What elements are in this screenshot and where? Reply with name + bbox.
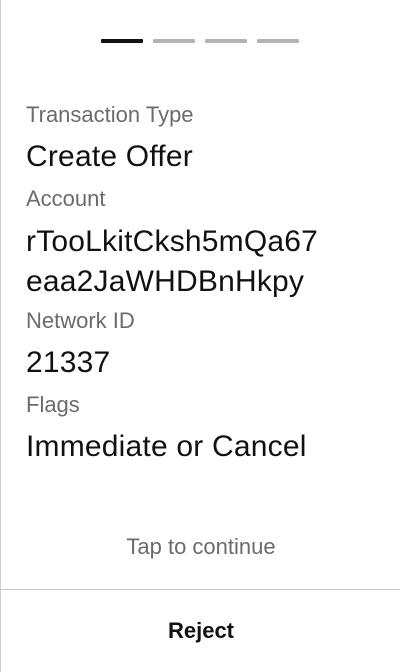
field-account: Account rTooLkitCksh5mQa67 eaa2JaWHDBnHk… [26,184,386,306]
field-value: 21337 [26,346,111,379]
step-indicator-dot-4 [257,39,299,43]
field-transaction-type: Transaction Type Create Offer [26,100,386,184]
field-network-id: Network ID 21337 [26,306,386,390]
field-label: Account [26,186,106,211]
field-label: Network ID [26,308,135,333]
step-indicator-dot-1 [101,39,143,43]
step-indicator-dot-3 [205,39,247,43]
step-indicator-dot-2 [153,39,195,43]
tap-to-continue-hint[interactable]: Tap to continue [1,532,400,562]
field-value: rTooLkitCksh5mQa67 eaa2JaWHDBnHkpy [26,225,319,298]
transaction-details: Transaction Type Create Offer Account rT… [26,100,386,474]
field-label: Flags [26,392,80,417]
field-value: Immediate or Cancel [26,430,307,463]
field-value: Create Offer [26,140,193,173]
reject-button[interactable]: Reject [1,590,400,672]
step-indicator [101,39,299,43]
field-label: Transaction Type [26,102,194,127]
field-flags: Flags Immediate or Cancel [26,390,386,474]
transaction-review-screen[interactable]: Transaction Type Create Offer Account rT… [0,0,400,672]
